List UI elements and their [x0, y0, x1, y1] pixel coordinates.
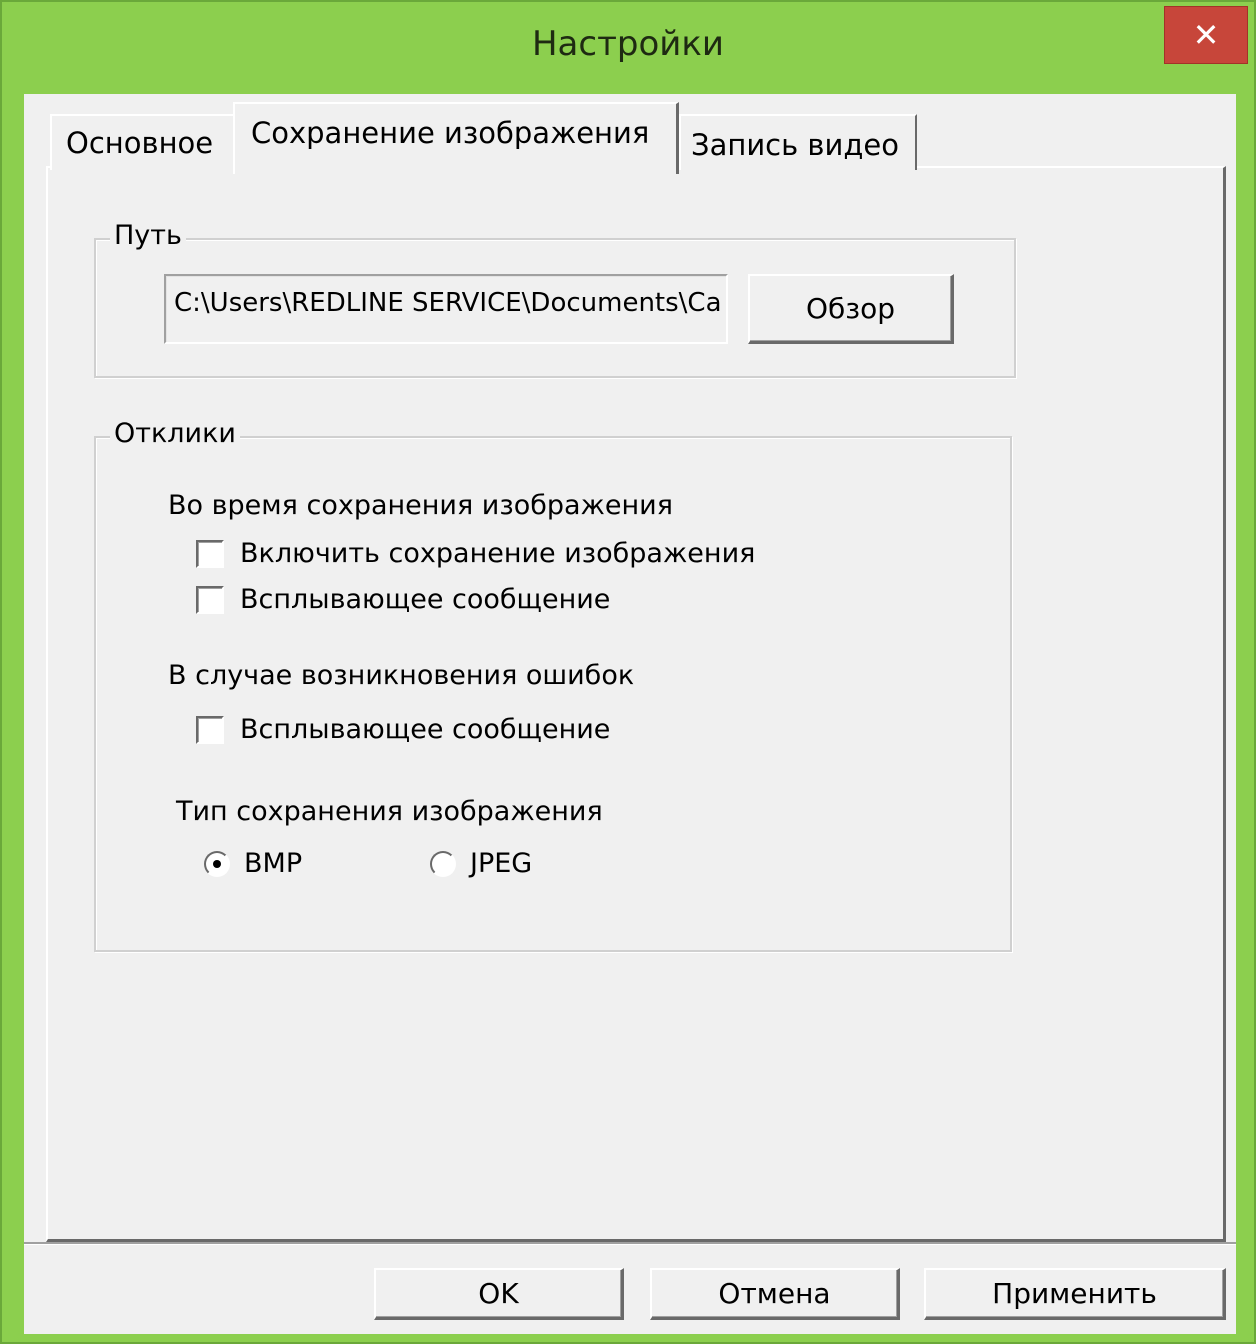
path-group-legend: Путь [110, 220, 186, 251]
on-error-heading: В случае возникновения ошибок [168, 660, 635, 691]
window-title: Настройки [531, 24, 724, 64]
apply-button-label: Применить [992, 1277, 1157, 1310]
popup-on-error-option[interactable]: Всплывающее сообщение [196, 714, 610, 745]
jpeg-option[interactable]: JPEG [430, 848, 532, 879]
tab-image-save-label: Сохранение изображения [251, 116, 650, 150]
popup-on-error-checkbox[interactable] [196, 715, 224, 744]
title-bar[interactable]: Настройки ✕ [2, 2, 1254, 94]
during-save-heading: Во время сохранения изображения [168, 490, 673, 521]
jpeg-label: JPEG [470, 848, 533, 879]
responses-group-legend: Отклики [110, 418, 240, 449]
dialog-client-area: Путь Отклики Основное Сохранение изображ… [24, 94, 1236, 1334]
footer-separator [24, 1242, 1236, 1245]
tab-main[interactable]: Основное [50, 114, 235, 170]
close-icon: ✕ [1192, 16, 1220, 54]
apply-button[interactable]: Применить [924, 1268, 1226, 1320]
enable-save-checkbox[interactable] [196, 539, 224, 568]
browse-button[interactable]: Обзор [748, 274, 954, 344]
ok-button[interactable]: OK [374, 1268, 624, 1320]
close-button[interactable]: ✕ [1164, 6, 1248, 64]
save-type-heading: Тип сохранения изображения [176, 796, 603, 827]
jpeg-radio[interactable] [430, 850, 456, 877]
bmp-radio[interactable] [204, 850, 230, 877]
ok-button-label: OK [478, 1277, 519, 1310]
path-field[interactable]: C:\Users\REDLINE SERVICE\Documents\Ca [164, 274, 728, 344]
cancel-button-label: Отмена [718, 1277, 831, 1310]
tab-image-save[interactable]: Сохранение изображения [233, 102, 679, 174]
popup-during-save-option[interactable]: Всплывающее сообщение [196, 584, 610, 615]
tab-video-record-label: Запись видео [691, 128, 899, 162]
popup-during-save-checkbox[interactable] [196, 585, 224, 614]
browse-button-label: Обзор [805, 292, 896, 325]
tab-video-record[interactable]: Запись видео [679, 114, 917, 170]
popup-on-error-label: Всплывающее сообщение [240, 714, 611, 745]
enable-save-label: Включить сохранение изображения [240, 538, 756, 569]
bmp-label: BMP [244, 848, 303, 879]
tab-main-label: Основное [66, 126, 214, 160]
popup-during-save-label: Всплывающее сообщение [240, 584, 611, 615]
enable-save-option[interactable]: Включить сохранение изображения [196, 538, 755, 569]
cancel-button[interactable]: Отмена [650, 1268, 900, 1320]
settings-window: Настройки ✕ Путь Отклики Основное Сохран… [0, 0, 1256, 1344]
bmp-option[interactable]: BMP [204, 848, 302, 879]
